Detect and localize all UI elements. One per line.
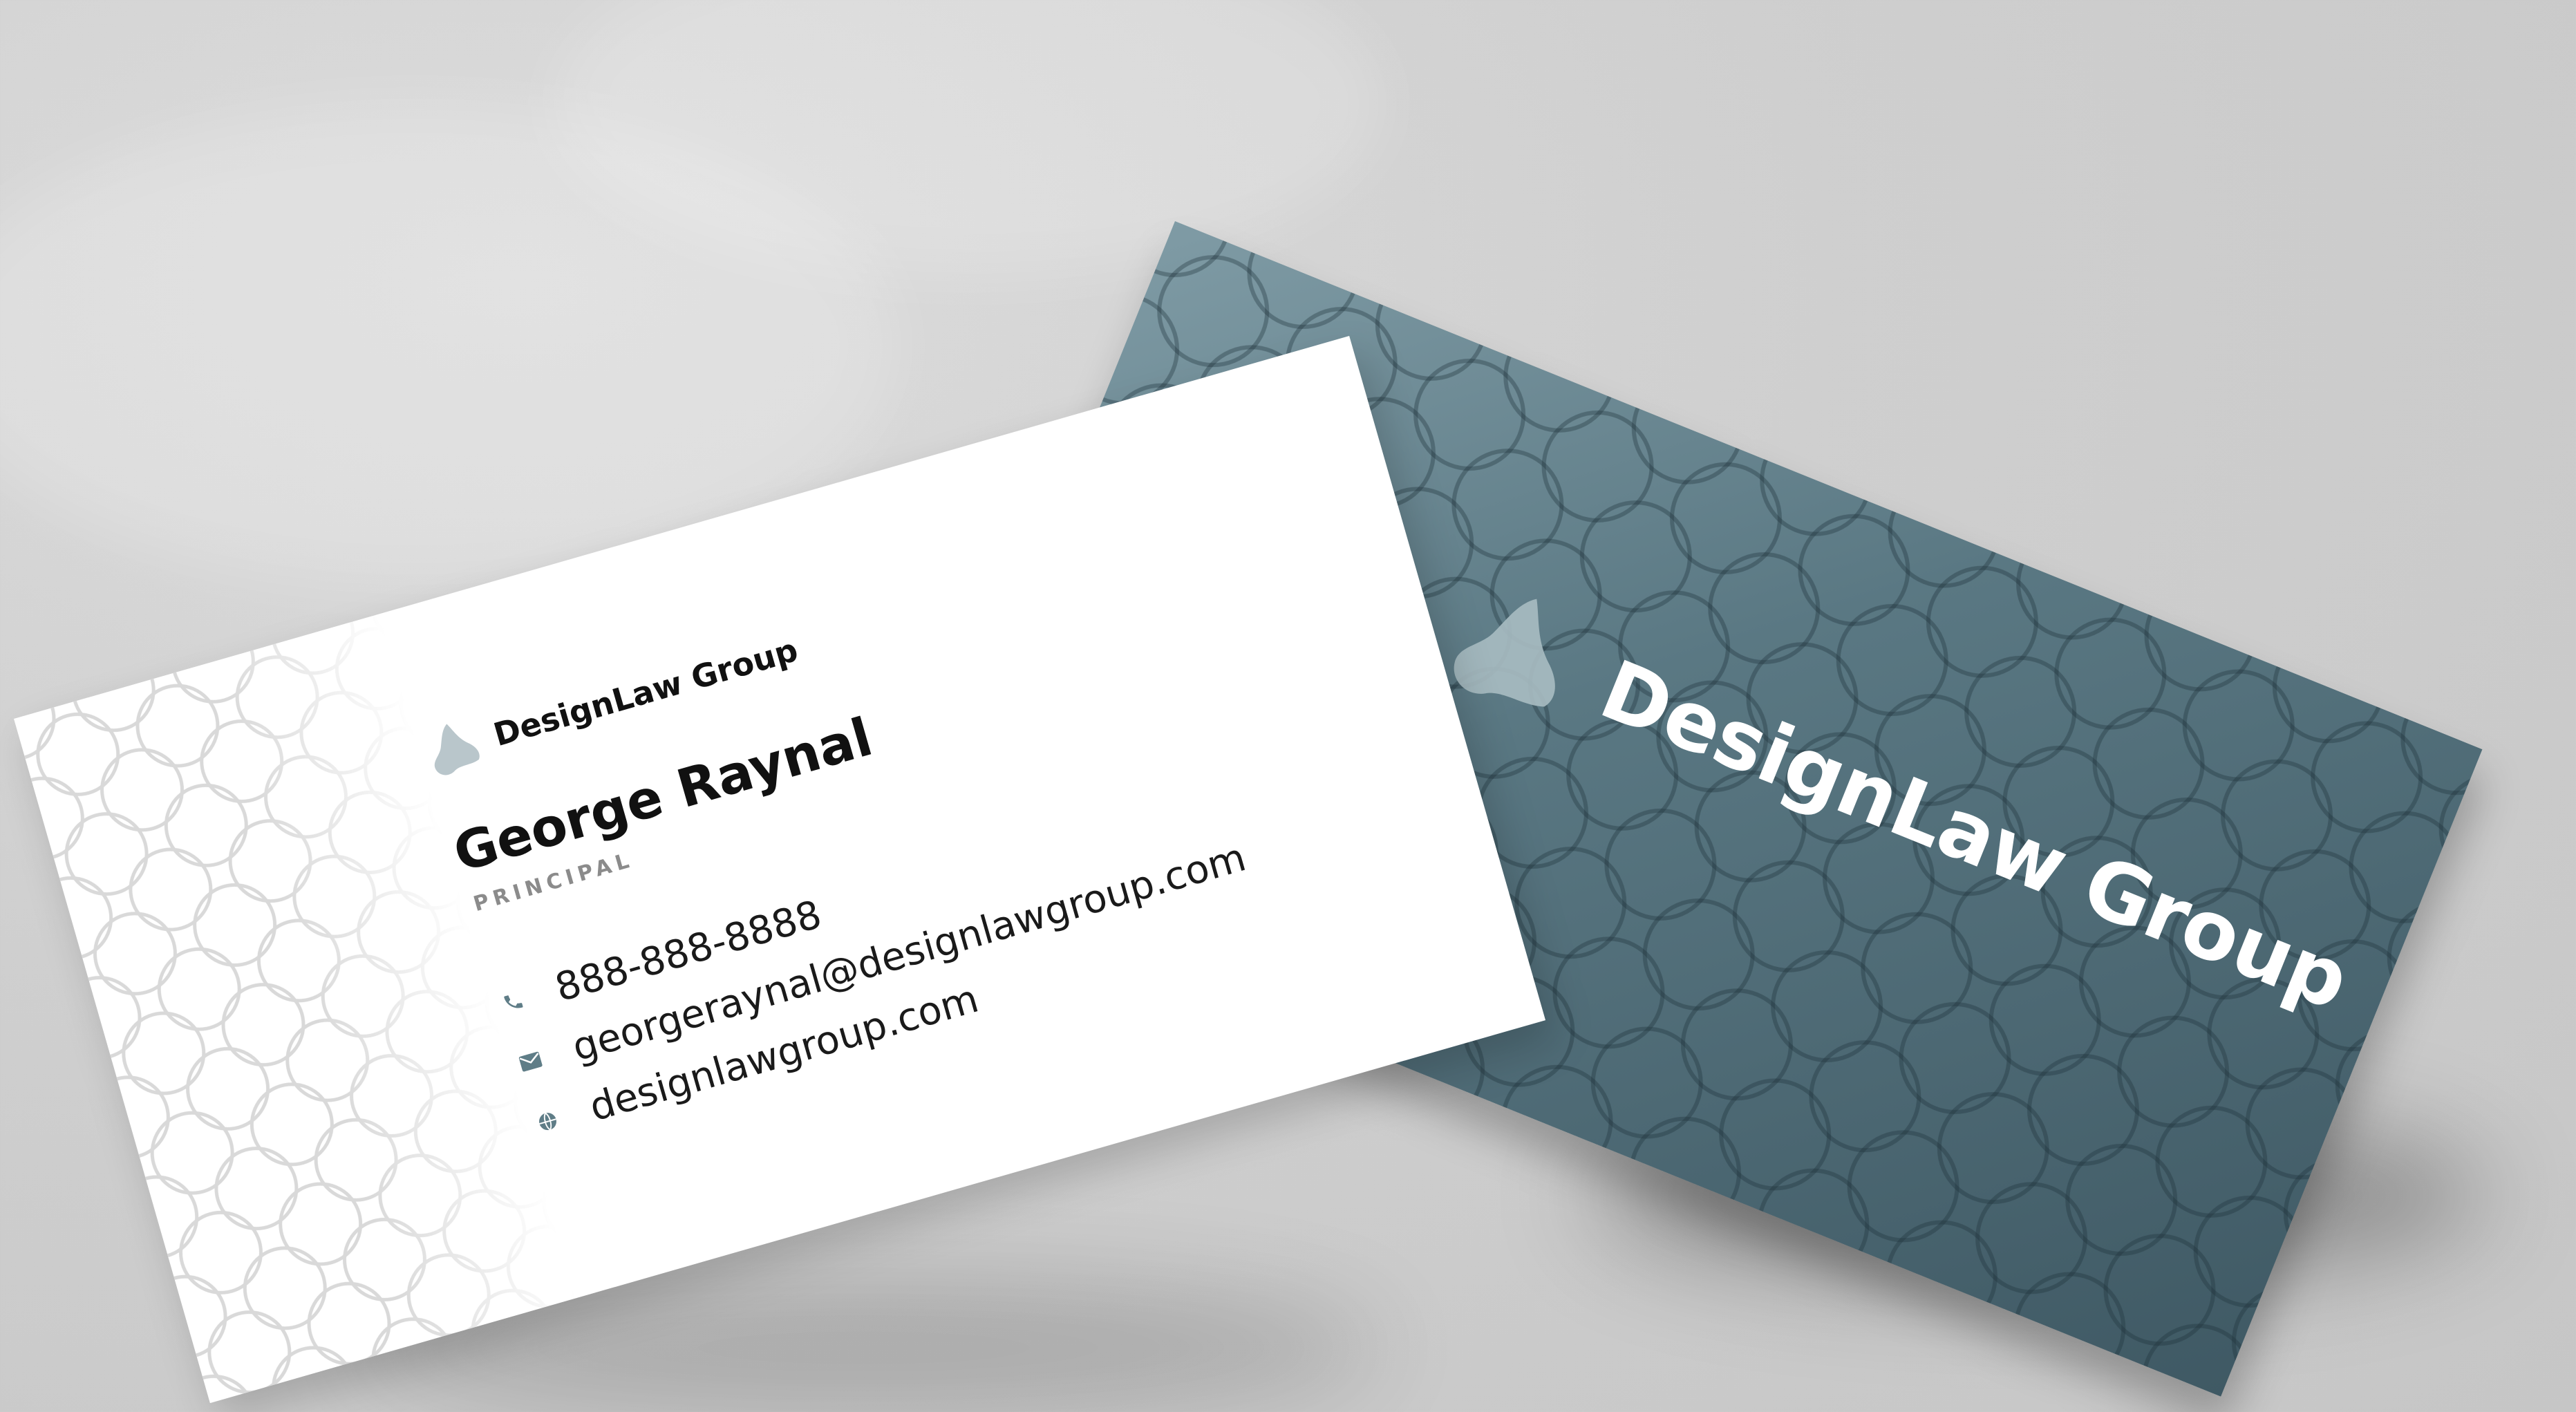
front-brand-name: DesignLaw Group (489, 630, 802, 754)
